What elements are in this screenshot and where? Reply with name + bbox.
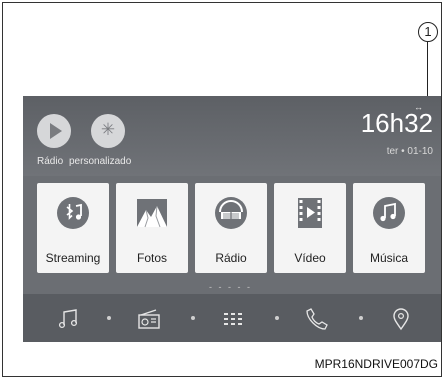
magic-wand-icon: ✳ <box>100 120 116 139</box>
bluetooth-music-icon <box>57 197 89 229</box>
location-pin-icon[interactable] <box>388 306 414 332</box>
apps-grid-icon[interactable] <box>220 306 246 332</box>
tile-label: Vídeo <box>294 251 326 265</box>
tile-label: Streaming <box>45 251 101 265</box>
tile-label: Fotos <box>136 251 167 265</box>
nav-separator <box>107 316 111 320</box>
radio-dial-icon <box>215 197 247 229</box>
figure-code: MPR16NDRIVE007DG <box>314 357 438 371</box>
callout-line <box>427 42 428 104</box>
radio-shortcut-button[interactable] <box>37 114 71 148</box>
music-note-icon <box>373 197 405 229</box>
nav-separator <box>275 316 279 320</box>
radio-icon[interactable] <box>136 306 162 332</box>
music-icon[interactable] <box>56 306 82 332</box>
tile-radio[interactable]: Rádio <box>195 183 267 273</box>
nav-separator <box>359 316 363 320</box>
tile-label: Rádio <box>215 251 247 265</box>
nav-separator <box>191 316 195 320</box>
tile-streaming[interactable]: Streaming <box>37 183 109 273</box>
photo-mountain-icon <box>137 199 167 228</box>
custom-shortcut-button[interactable]: ✳ <box>91 114 125 148</box>
clock-time: 16h32 <box>360 108 433 138</box>
video-film-icon <box>298 198 322 228</box>
clock-date: ter • 01-10 <box>386 146 433 157</box>
callout-number: 1 <box>418 22 438 42</box>
radio-shortcut-label: Rádio <box>37 156 64 167</box>
play-icon <box>50 123 62 139</box>
tile-music[interactable]: Música <box>353 183 425 273</box>
tile-photos[interactable]: Fotos <box>116 183 188 273</box>
custom-shortcut-label: personalizado <box>69 156 132 167</box>
tile-video[interactable]: Vídeo <box>274 183 346 273</box>
bottom-nav-bar <box>23 294 441 342</box>
page-indicator: - - - - - <box>209 282 252 292</box>
head-unit-screen: Rádio ✳ personalizado ↔ 16h32 ter • 01-1… <box>23 96 441 342</box>
tile-label: Música <box>369 251 408 265</box>
phone-icon[interactable] <box>304 306 330 332</box>
